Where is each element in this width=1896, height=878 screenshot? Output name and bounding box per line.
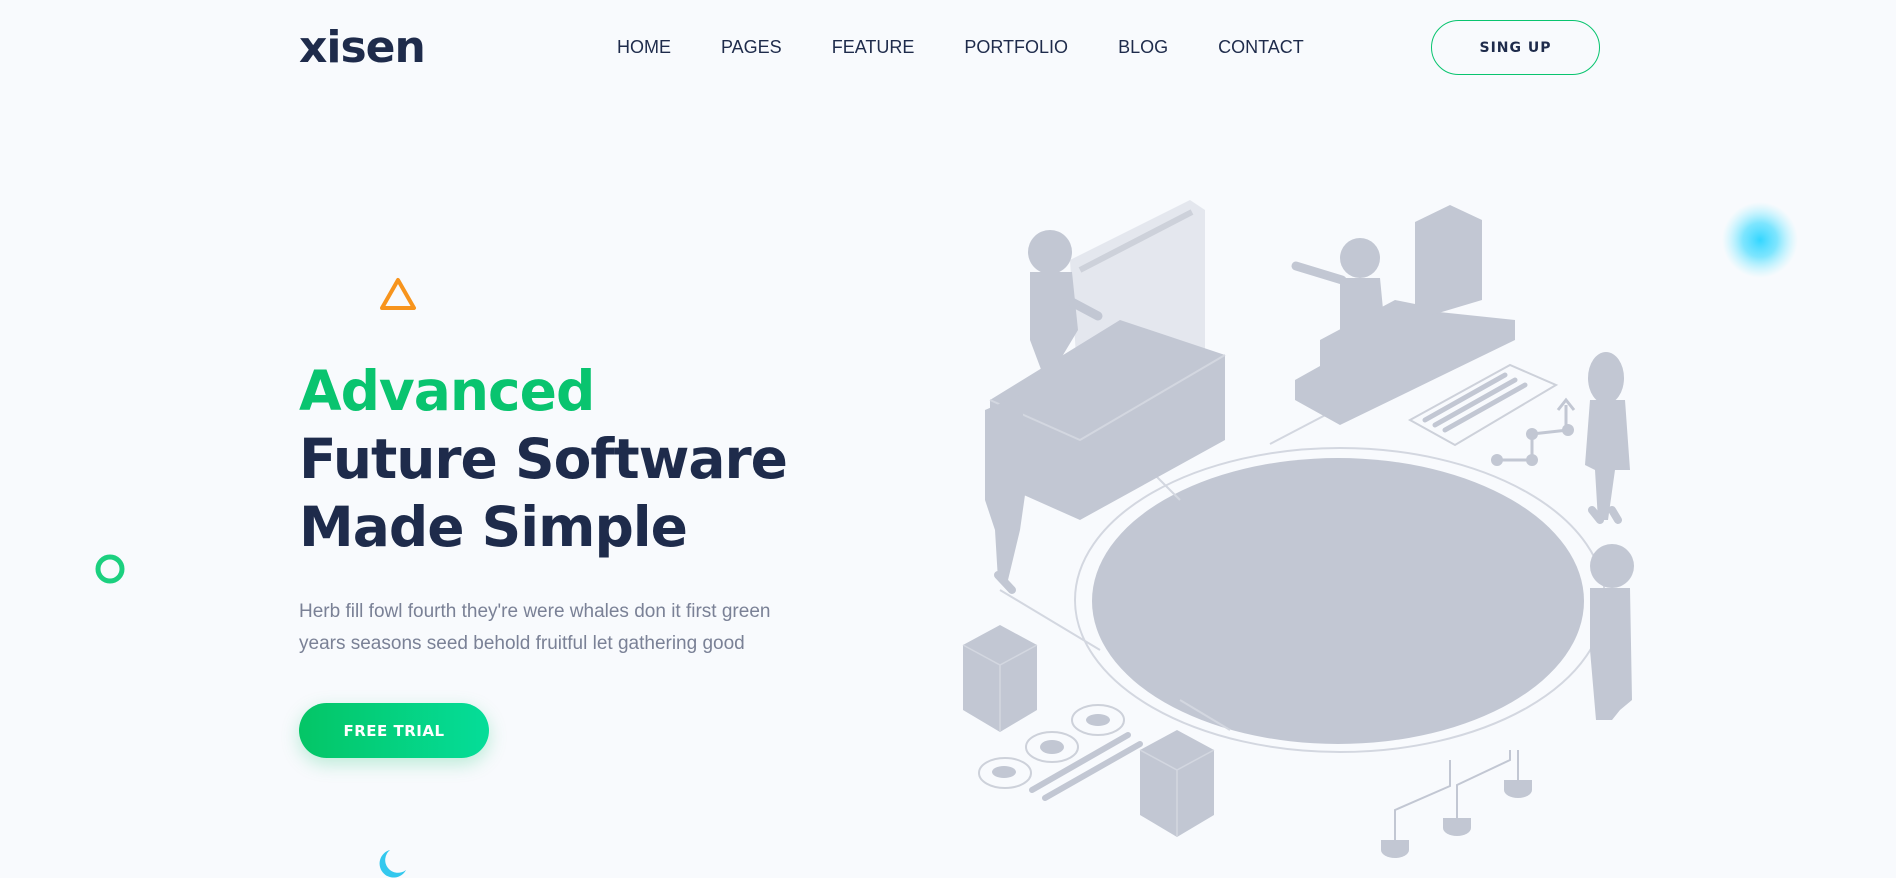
hero-title-line-2: Future Software xyxy=(299,427,788,491)
nav-blog[interactable]: BLOG xyxy=(1118,36,1168,58)
hero-title: Advanced Future Software Made Simple xyxy=(299,357,788,561)
nav-feature[interactable]: FEATURE xyxy=(832,36,915,58)
free-trial-button[interactable]: FREE TRIAL xyxy=(299,703,489,758)
hero-description: Herb fill fowl fourth they're were whale… xyxy=(299,601,771,654)
nav-pages[interactable]: PAGES xyxy=(721,36,782,58)
hero-title-line-3: Made Simple xyxy=(299,495,688,559)
glow-dot-icon xyxy=(821,850,889,878)
main-nav: HOME PAGES FEATURE PORTFOLIO BLOG CONTAC… xyxy=(617,36,1354,58)
nav-contact[interactable]: CONTACT xyxy=(1218,36,1304,58)
nav-home[interactable]: HOME xyxy=(617,36,671,58)
triangle-shape-icon xyxy=(380,278,416,310)
hero-illustration xyxy=(962,200,1634,858)
glow-dot-icon xyxy=(1722,202,1798,278)
crescent-shape-icon xyxy=(379,850,406,878)
site-logo[interactable]: xisen xyxy=(299,22,426,74)
signup-button[interactable]: SING UP xyxy=(1431,20,1600,75)
ring-shape-icon xyxy=(95,554,125,584)
hero-title-line-1: Advanced xyxy=(299,359,595,423)
nav-portfolio[interactable]: PORTFOLIO xyxy=(964,36,1068,58)
